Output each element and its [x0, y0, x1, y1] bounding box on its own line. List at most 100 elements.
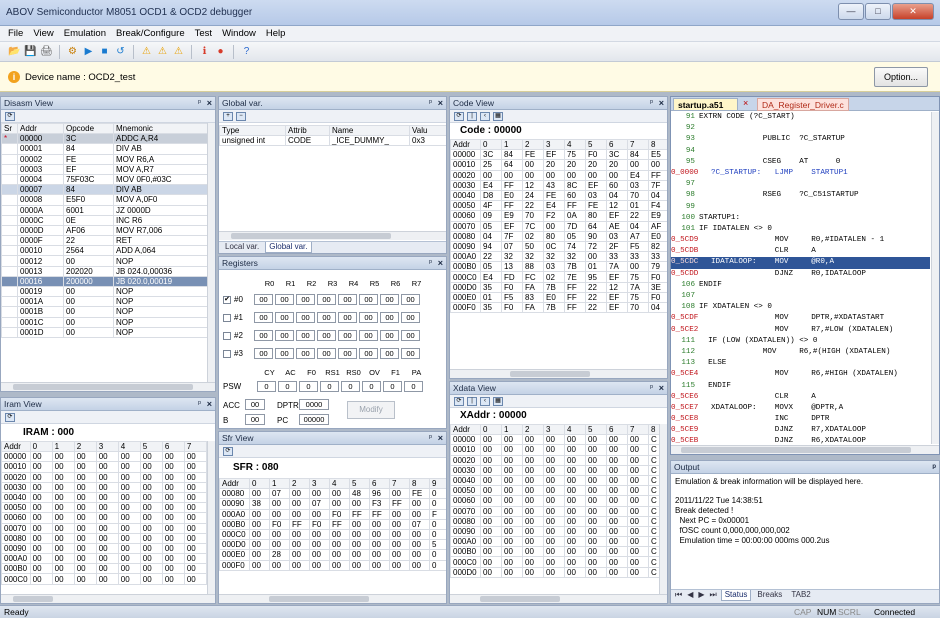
table-cell[interactable]: 00 [73, 512, 97, 524]
table-cell[interactable]: 00 [51, 522, 75, 534]
register-value[interactable]: 00 [275, 312, 294, 324]
table-cell[interactable]: FF [501, 179, 523, 191]
table-cell[interactable]: E0 [543, 291, 565, 304]
table-cell[interactable]: 84 [627, 149, 649, 161]
horizontal-scrollbar[interactable] [450, 369, 667, 378]
table-cell[interactable]: 00 [522, 485, 544, 497]
table-cell[interactable]: 20 [585, 159, 607, 171]
table-cell[interactable]: 07 [409, 518, 430, 530]
pin-icon[interactable]: ᵖ [932, 461, 936, 473]
table-cell[interactable]: 00 [585, 515, 607, 527]
warning-icon[interactable]: ⚠ [140, 45, 153, 58]
table-row[interactable]: 000C0 E4 FD FC 02 7E 95 EF 75 F0 [450, 271, 667, 283]
table-cell[interactable]: 00 [139, 491, 163, 504]
table-cell[interactable]: 00 [161, 573, 185, 585]
table-cell[interactable]: 00 [329, 559, 350, 571]
column-header[interactable]: Addr [1, 440, 31, 453]
table-cell[interactable]: 00 [480, 525, 502, 538]
table-cell[interactable]: 00 [501, 515, 523, 527]
table-cell[interactable]: 00 [349, 549, 370, 561]
table-cell[interactable]: 00 [117, 573, 141, 585]
table-cell[interactable]: 25 [480, 159, 502, 171]
tab-local-var[interactable]: Local var. [222, 242, 262, 253]
column-header[interactable]: Addr [450, 138, 481, 151]
table-cell[interactable]: 00 [627, 474, 649, 487]
table-cell[interactable]: 00 [51, 471, 75, 483]
table-cell[interactable]: F4 [648, 200, 667, 212]
table-row[interactable]: 00080 04 7F 02 80 05 90 03 A7 E0 [450, 230, 667, 242]
table-cell[interactable]: 00 [95, 471, 119, 483]
table-row[interactable]: 00020 00 00 00 00 00 00 00 00 C [450, 454, 662, 466]
table-row[interactable]: 0001A 00 NOP [1, 296, 210, 308]
table-cell[interactable]: 00 [161, 563, 185, 575]
table-cell[interactable]: 00 [522, 515, 544, 527]
table-cell[interactable]: 00 [349, 498, 370, 510]
table-cell[interactable]: 07 [309, 498, 330, 510]
close-icon[interactable]: × [438, 432, 443, 444]
table-cell[interactable]: 00 [349, 518, 370, 530]
table-cell[interactable]: 00 [564, 536, 586, 548]
table-row[interactable]: 00016 200000 JB 020.0,00019 [1, 275, 210, 288]
table-cell[interactable]: 00 [161, 553, 185, 565]
menu-item-window[interactable]: Window [222, 28, 256, 39]
table-cell[interactable]: 00 [95, 512, 119, 524]
table-cell[interactable]: 00 [501, 169, 523, 181]
table-row[interactable]: 00040 00 00 00 00 00 00 00 00 [1, 491, 208, 504]
table-cell[interactable]: 00 [183, 542, 208, 555]
table-row[interactable]: 00030 00 00 00 00 00 00 00 00 C [450, 464, 662, 476]
code-line[interactable]: 111 IF (LOW (XDATALEN)) <> 0 [671, 336, 930, 347]
table-cell[interactable]: EF [585, 179, 607, 191]
code-line[interactable]: 98 RSEG ?C_C51STARTUP [671, 190, 930, 201]
table-cell[interactable]: 00 [139, 542, 163, 555]
table-cell[interactable]: 0001C [17, 316, 64, 328]
table-cell[interactable]: 00 [501, 505, 523, 517]
table-cell[interactable]: 00 [309, 559, 330, 571]
table-cell[interactable]: 00016 [17, 275, 64, 288]
table-cell[interactable]: 00 [95, 451, 119, 463]
menu-item-file[interactable]: File [8, 28, 23, 39]
column-header[interactable]: 8 [648, 138, 667, 151]
table-cell[interactable]: DIV AB [113, 184, 210, 196]
table-cell[interactable]: 00 [606, 505, 628, 517]
table-cell[interactable]: 05 [480, 261, 502, 273]
register-value[interactable]: 00 [338, 330, 357, 342]
table-row[interactable]: unsigned int CODE _ICE_DUMMY_ 0x3 [219, 135, 446, 147]
register-value[interactable]: 00 [254, 294, 273, 306]
table-cell[interactable]: 00 [543, 495, 565, 507]
table-cell[interactable]: 84 [501, 149, 523, 161]
table-cell[interactable]: FF [369, 508, 390, 520]
warning-icon[interactable]: ⚠ [172, 45, 185, 58]
bank-checkbox[interactable] [223, 313, 231, 322]
table-row[interactable]: 00010 00 00 00 00 00 00 00 00 C [450, 444, 662, 456]
table-cell[interactable]: 00 [501, 556, 523, 568]
table-cell[interactable]: 00 [480, 454, 502, 466]
refresh-icon[interactable]: ⟳ [454, 396, 464, 406]
table-cell[interactable]: 00 [522, 444, 544, 456]
table-cell[interactable]: 24 [522, 189, 544, 202]
table-row[interactable]: * 00000 3C ADDC A,R4 [1, 133, 210, 145]
table-cell[interactable]: 60 [564, 189, 586, 202]
table-cell[interactable]: AF06 [63, 224, 114, 237]
table-cell[interactable]: 8C [564, 179, 586, 191]
table-cell[interactable]: 00 [51, 532, 75, 544]
table-cell[interactable]: 00 [349, 539, 370, 551]
table-cell[interactable]: 00 [117, 491, 141, 504]
table-cell[interactable]: 00 [480, 556, 502, 568]
table-cell[interactable]: 00 [73, 573, 97, 585]
prev-page-icon[interactable]: ‹ [480, 111, 490, 121]
settings-icon[interactable]: ⚙ [66, 45, 79, 58]
table-cell[interactable]: 70 [522, 210, 544, 222]
table-cell[interactable]: 00 [627, 566, 649, 578]
table-cell[interactable]: 00 [564, 525, 586, 538]
column-header[interactable]: 0 [249, 477, 270, 490]
register-value[interactable]: 00 [359, 312, 378, 324]
table-cell[interactable]: F0 [501, 281, 523, 293]
add-icon[interactable]: + [223, 111, 233, 121]
table-cell[interactable]: 00 [564, 505, 586, 517]
table-cell[interactable]: 00 [543, 505, 565, 517]
table-cell[interactable]: 00 [51, 461, 75, 473]
table-row[interactable]: 00040 D8 E0 24 FE 60 03 04 70 04 [450, 189, 667, 202]
table-cell[interactable]: 0001A [17, 296, 64, 308]
table-cell[interactable]: 12 [522, 179, 544, 191]
register-value[interactable]: 00 [254, 330, 273, 342]
